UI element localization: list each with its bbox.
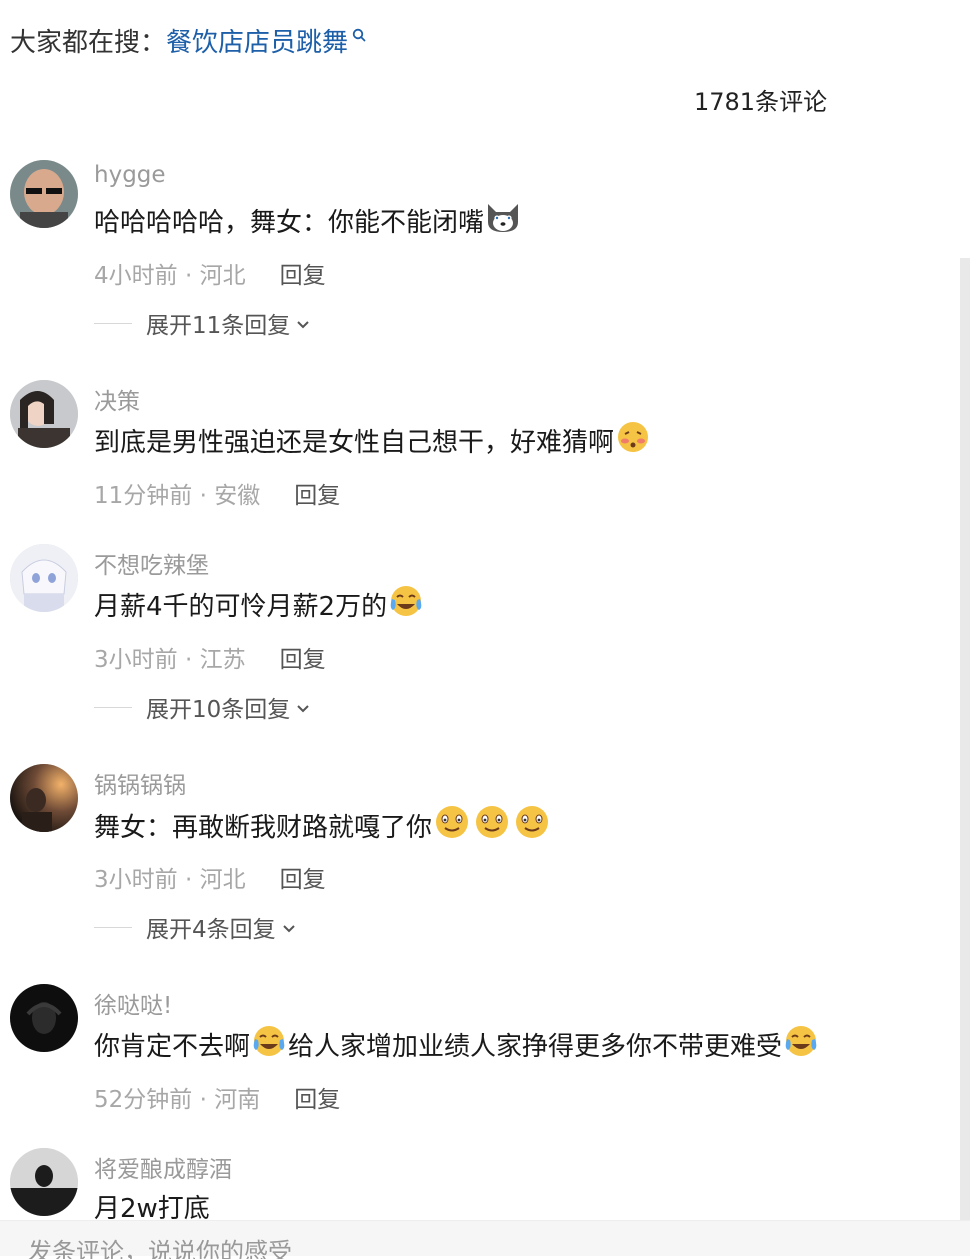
comment-meta: 4小时前 · 河北 回复 xyxy=(94,256,326,290)
avatar[interactable] xyxy=(10,544,78,612)
comment-text: 月2w打底 xyxy=(94,1188,210,1220)
reply-button[interactable]: 回复 xyxy=(280,640,326,674)
comment-meta: 3小时前 · 河北 回复 xyxy=(94,860,326,894)
username[interactable]: 将爱酿成醇酒 xyxy=(94,1150,232,1184)
expand-replies-button[interactable]: 展开11条回复 xyxy=(94,306,310,340)
comment-text: 月薪4千的可怜月薪2万的 xyxy=(94,584,425,625)
divider xyxy=(94,706,132,708)
crying-laughing-icon xyxy=(782,1024,820,1065)
expand-replies-label: 展开4条回复 xyxy=(146,917,276,943)
comment-meta: 52分钟前 · 河南 回复 xyxy=(94,1080,340,1114)
chevron-down-icon xyxy=(282,914,296,940)
comment-text: 哈哈哈哈哈，舞女：你能不能闭嘴 xyxy=(94,200,522,241)
smiling-face-icon xyxy=(432,804,472,847)
expand-replies-label: 展开10条回复 xyxy=(146,697,291,723)
comment-input-bar[interactable]: 发条评论，说说你的感受 xyxy=(0,1220,970,1259)
crying-laughing-icon xyxy=(250,1024,288,1065)
comment-text: 到底是男性强迫还是女性自己想干，好难猜啊 xyxy=(94,420,652,461)
chevron-down-icon xyxy=(296,310,310,336)
avatar[interactable] xyxy=(10,1148,78,1216)
avatar[interactable] xyxy=(10,984,78,1052)
reply-button[interactable]: 回复 xyxy=(280,860,326,894)
comment-body: 月薪4千的可怜月薪2万的 xyxy=(94,592,388,622)
comment-text: 舞女：再敢断我财路就嘎了你 xyxy=(94,804,552,847)
reply-button[interactable]: 回复 xyxy=(294,476,340,510)
smiling-face-icon xyxy=(512,804,552,847)
reply-button[interactable]: 回复 xyxy=(280,256,326,290)
timestamp-location: 3小时前 · 河北 xyxy=(94,867,246,893)
comment-body: 到底是男性强迫还是女性自己想干，好难猜啊 xyxy=(94,428,615,458)
divider xyxy=(94,322,132,324)
smiling-face-icon xyxy=(472,804,512,847)
timestamp-location: 11分钟前 · 安徽 xyxy=(94,483,261,509)
username[interactable]: 锅锅锅锅 xyxy=(94,766,186,800)
expand-replies-button[interactable]: 展开10条回复 xyxy=(94,690,310,724)
avatar[interactable] xyxy=(10,380,78,448)
username[interactable]: 徐哒哒! xyxy=(94,986,172,1020)
reply-button[interactable]: 回复 xyxy=(294,1080,340,1114)
comment-input-placeholder[interactable]: 发条评论，说说你的感受 xyxy=(28,1239,292,1259)
comment-meta: 11分钟前 · 安徽 回复 xyxy=(94,476,340,510)
comment-body: 月2w打底 xyxy=(94,1194,210,1220)
expand-replies-label: 展开11条回复 xyxy=(146,313,291,339)
expand-replies-button[interactable]: 展开4条回复 xyxy=(94,910,296,944)
timestamp-location: 3小时前 · 江苏 xyxy=(94,647,246,673)
divider xyxy=(94,926,132,928)
timestamp-location: 4小时前 · 河北 xyxy=(94,263,246,289)
crying-laughing-icon xyxy=(387,584,425,625)
scrollbar[interactable] xyxy=(960,258,970,1220)
blushing-face-icon xyxy=(614,420,652,461)
chevron-down-icon xyxy=(296,694,310,720)
comment-list: hygge 哈哈哈哈哈，舞女：你能不能闭嘴 4小时前 · 河北 回复 展开11条… xyxy=(0,0,960,1220)
comment-body-part: 你肯定不去啊 xyxy=(94,1032,251,1062)
username[interactable]: hygge xyxy=(94,162,166,188)
comment-body-part: 给人家增加业绩人家挣得更多你不带更难受 xyxy=(288,1032,783,1062)
comment-body: 舞女：再敢断我财路就嘎了你 xyxy=(94,813,433,843)
username[interactable]: 决策 xyxy=(94,382,140,416)
avatar[interactable] xyxy=(10,160,78,228)
comment-body: 哈哈哈哈哈，舞女：你能不能闭嘴 xyxy=(94,208,485,238)
comment-text: 你肯定不去啊 给人家增加业绩人家挣得更多你不带更难受 xyxy=(94,1024,820,1065)
husky-icon xyxy=(484,200,522,241)
avatar[interactable] xyxy=(10,764,78,832)
username[interactable]: 不想吃辣堡 xyxy=(94,546,209,580)
timestamp-location: 52分钟前 · 河南 xyxy=(94,1087,261,1113)
comment-meta: 3小时前 · 江苏 回复 xyxy=(94,640,326,674)
